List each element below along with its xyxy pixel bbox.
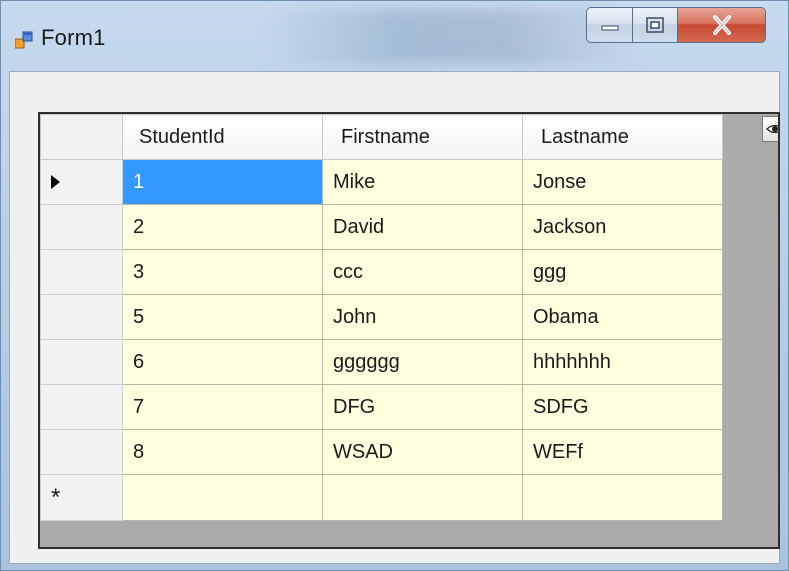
table-row[interactable]: 5 John Obama: [40, 294, 723, 340]
table-cell-lastname[interactable]: SDFG: [522, 384, 723, 430]
maximize-icon: [646, 17, 664, 33]
column-header-firstname[interactable]: Firstname: [322, 114, 523, 160]
close-icon: [712, 15, 731, 35]
table-cell-firstname[interactable]: DFG: [322, 384, 523, 430]
table-row[interactable]: 6 gggggg hhhhhhh: [40, 339, 723, 385]
row-header[interactable]: [40, 429, 123, 475]
table-cell-studentid[interactable]: 1: [122, 159, 323, 205]
title-bar-glass: [261, 9, 641, 65]
new-row[interactable]: *: [40, 474, 723, 521]
table-cell-firstname[interactable]: David: [322, 204, 523, 250]
caption-buttons: [586, 7, 766, 43]
minimize-button[interactable]: [586, 7, 632, 43]
table-cell-firstname-new[interactable]: [322, 474, 523, 521]
table-cell-firstname[interactable]: WSAD: [322, 429, 523, 475]
table-cell-firstname[interactable]: ccc: [322, 249, 523, 295]
row-header[interactable]: [40, 339, 123, 385]
row-header[interactable]: [40, 294, 123, 340]
table-cell-studentid[interactable]: 3: [122, 249, 323, 295]
current-row-arrow-icon: [51, 174, 60, 189]
column-header-lastname[interactable]: Lastname: [522, 114, 723, 160]
table-cell-lastname[interactable]: WEFf: [522, 429, 723, 475]
table-cell-firstname[interactable]: John: [322, 294, 523, 340]
column-chooser-icon: [766, 124, 778, 134]
row-header-current[interactable]: [40, 159, 123, 205]
table-row[interactable]: 2 David Jackson: [40, 204, 723, 250]
window-title: Form1: [41, 25, 106, 50]
form-icon: [14, 31, 33, 49]
table-cell-studentid[interactable]: 6: [122, 339, 323, 385]
student-data-grid[interactable]: StudentId Firstname Lastname 1 Mike Jons…: [38, 112, 780, 549]
table-cell-lastname-new[interactable]: [522, 474, 723, 521]
top-left-header-cell[interactable]: [40, 114, 123, 160]
table-cell-firstname[interactable]: Mike: [322, 159, 523, 205]
row-header[interactable]: [40, 384, 123, 430]
table-row[interactable]: 1 Mike Jonse: [40, 159, 723, 205]
table-cell-lastname[interactable]: Obama: [522, 294, 723, 340]
row-header-new[interactable]: *: [40, 474, 123, 521]
row-header[interactable]: [40, 204, 123, 250]
close-button[interactable]: [678, 7, 766, 43]
table-row[interactable]: 7 DFG SDFG: [40, 384, 723, 430]
table-cell-lastname[interactable]: Jonse: [522, 159, 723, 205]
table-cell-firstname[interactable]: gggggg: [322, 339, 523, 385]
table-cell-studentid-new[interactable]: [122, 474, 323, 521]
column-header-studentid[interactable]: StudentId: [122, 114, 323, 160]
table-cell-lastname[interactable]: hhhhhhh: [522, 339, 723, 385]
minimize-icon: [601, 25, 618, 31]
new-row-asterisk: *: [51, 484, 61, 511]
table-cell-lastname[interactable]: ggg: [522, 249, 723, 295]
table-cell-lastname[interactable]: Jackson: [522, 204, 723, 250]
maximize-button[interactable]: [632, 7, 678, 43]
title-bar[interactable]: Form1: [1, 1, 788, 71]
table-row[interactable]: 3 ccc ggg: [40, 249, 723, 295]
table-cell-studentid[interactable]: 8: [122, 429, 323, 475]
row-header[interactable]: [40, 249, 123, 295]
grid-table: StudentId Firstname Lastname 1 Mike Jons…: [40, 114, 723, 521]
table-cell-studentid[interactable]: 7: [122, 384, 323, 430]
column-chooser-button[interactable]: [762, 116, 778, 142]
column-header-row: StudentId Firstname Lastname: [40, 114, 723, 160]
table-row[interactable]: 8 WSAD WEFf: [40, 429, 723, 475]
table-cell-studentid[interactable]: 2: [122, 204, 323, 250]
table-cell-studentid[interactable]: 5: [122, 294, 323, 340]
